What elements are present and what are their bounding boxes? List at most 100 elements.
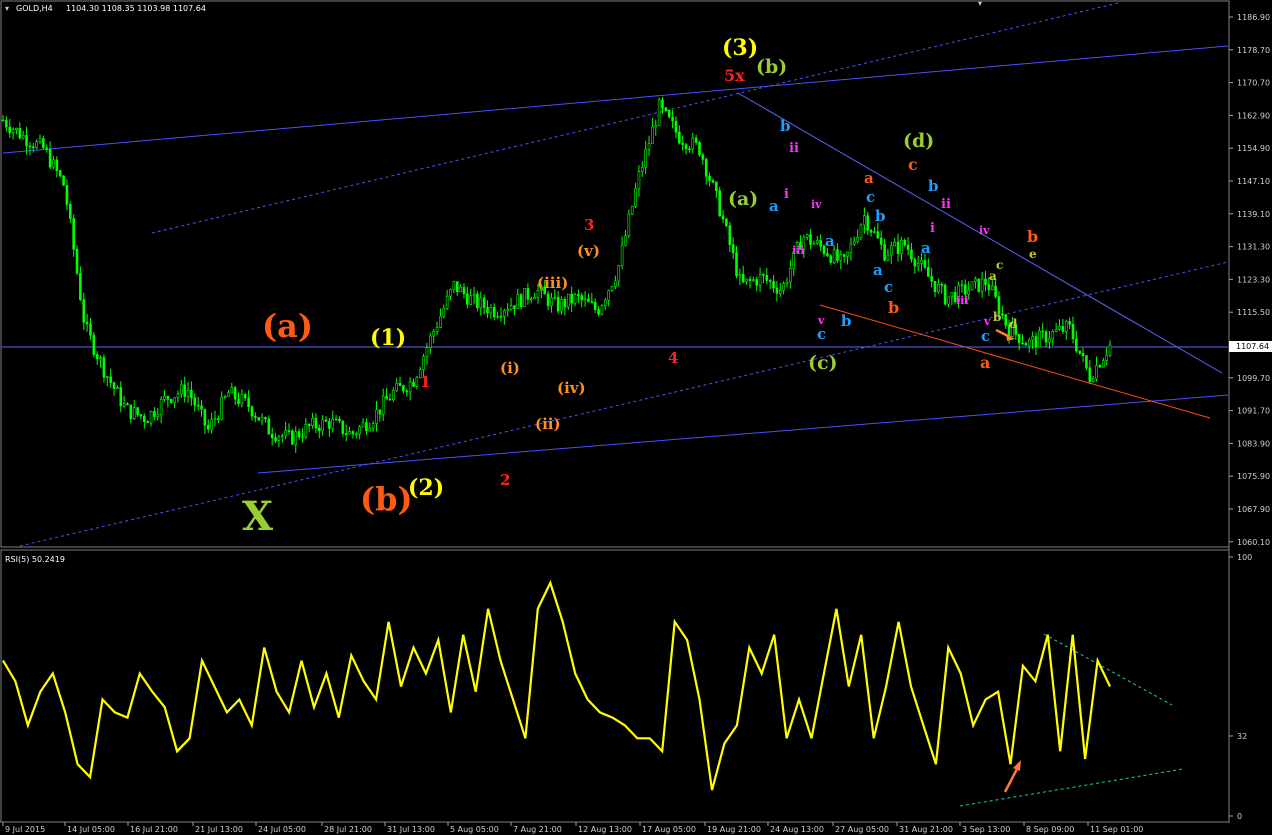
wave-label: a (980, 353, 990, 372)
candle-body (476, 293, 479, 309)
candle-body (328, 421, 331, 429)
rsi-lower-trendline[interactable] (959, 768, 1184, 807)
candle-body (523, 288, 526, 308)
candle-body (694, 137, 698, 143)
candle-body (89, 323, 92, 336)
candle-body (65, 185, 69, 205)
candle-body (526, 288, 530, 300)
candle-body (5, 119, 8, 128)
candle-body (920, 260, 923, 264)
candle-body (778, 289, 782, 294)
candle-body (270, 433, 274, 439)
candle-body (815, 240, 819, 244)
rsi-tick-label: 100 (1237, 553, 1252, 562)
time-tick-label: 28 Jul 21:00 (324, 825, 372, 834)
candle-body (75, 248, 79, 274)
candle-body (361, 422, 365, 428)
candle-body (644, 148, 647, 168)
candle-body (217, 418, 220, 421)
candle-body (425, 347, 429, 357)
wave-label: b (993, 310, 1001, 324)
time-tick-label: 3 Sep 13:00 (962, 825, 1010, 834)
candle-body (674, 120, 678, 133)
wave-label: b (888, 298, 899, 317)
candle-body (704, 159, 708, 177)
rsi-line (2, 579, 1111, 791)
wave-label: (a) (262, 307, 313, 345)
candle-body (943, 284, 947, 305)
chart-header: ▾ GOLD,H4 1104.30 1108.35 1103.98 1107.6… (5, 4, 206, 13)
candle-body (294, 431, 298, 445)
candle-body (883, 244, 886, 261)
candle-body (122, 403, 126, 407)
candle-body (109, 376, 112, 383)
wave-label: 5x (724, 66, 745, 85)
candle-body (85, 321, 89, 325)
candle-body (237, 398, 240, 405)
wave-label: b (875, 207, 886, 225)
candle-body (183, 384, 186, 397)
candle-body (698, 142, 701, 156)
annotation-arrows (995, 328, 1021, 793)
candle-body (58, 170, 62, 177)
rsi-upper-trendline[interactable] (1043, 633, 1173, 706)
candle-body (405, 390, 409, 393)
candle-body (634, 188, 637, 207)
candle-body (439, 316, 442, 328)
candle-body (112, 382, 116, 389)
candle-body (1041, 330, 1045, 333)
wave-label: (i) (500, 359, 520, 377)
candle-body (196, 404, 200, 407)
wave-label: c (996, 258, 1003, 272)
candle-body (469, 295, 472, 305)
candle-body (412, 381, 415, 387)
candle-body (307, 424, 311, 427)
candle-body (415, 377, 419, 387)
wave-label: 2 (500, 471, 510, 489)
candle-body (250, 406, 254, 417)
candle-body (664, 107, 668, 111)
upper-channel-line[interactable] (2, 45, 1229, 154)
candle-body (314, 417, 318, 429)
candle-body (38, 138, 42, 143)
wave-label: (3) (722, 35, 758, 61)
candle-body (651, 126, 654, 144)
candle-body (550, 297, 553, 306)
candle-body (711, 180, 715, 183)
candle-body (190, 389, 193, 398)
price-tick-label: 1067.90 (1237, 505, 1270, 514)
candle-body (496, 315, 499, 318)
candle-body (452, 281, 456, 290)
candle-body (136, 407, 139, 415)
candle-body (1081, 352, 1085, 356)
candle-body (92, 334, 96, 355)
candle-body (1038, 330, 1041, 348)
wave-label: (b) (756, 56, 787, 78)
rsi-arrow-icon[interactable] (1003, 766, 1020, 793)
lower-channel-line[interactable] (257, 394, 1229, 474)
time-tick-label: 31 Jul 13:00 (387, 825, 435, 834)
rsi-dropdown-icon[interactable]: ▾ (978, 0, 982, 8)
candle-body (566, 293, 570, 308)
candle-body (641, 167, 644, 173)
candle-body (678, 131, 681, 144)
candle-body (1085, 355, 1088, 369)
candle-body (768, 280, 772, 282)
time-tick-label: 16 Jul 21:00 (130, 825, 178, 834)
candle-body (176, 393, 180, 398)
time-tick-label: 5 Aug 05:00 (450, 825, 499, 834)
time-tick-label: 12 Aug 13:00 (578, 825, 632, 834)
candle-body (994, 285, 997, 297)
candle-body (1034, 336, 1038, 348)
wave-label: (a) (728, 188, 758, 210)
price-tick-label: 1123.30 (1237, 275, 1270, 284)
wave-label: 1 (420, 373, 430, 391)
symbol-dropdown-icon[interactable]: ▾ (5, 4, 9, 13)
candle-body (637, 171, 641, 190)
candle-body (398, 382, 402, 386)
candle-body (647, 143, 651, 150)
candle-body (889, 245, 893, 256)
candle-body (688, 148, 691, 151)
candle-body (758, 274, 762, 286)
candle-body (913, 259, 917, 267)
